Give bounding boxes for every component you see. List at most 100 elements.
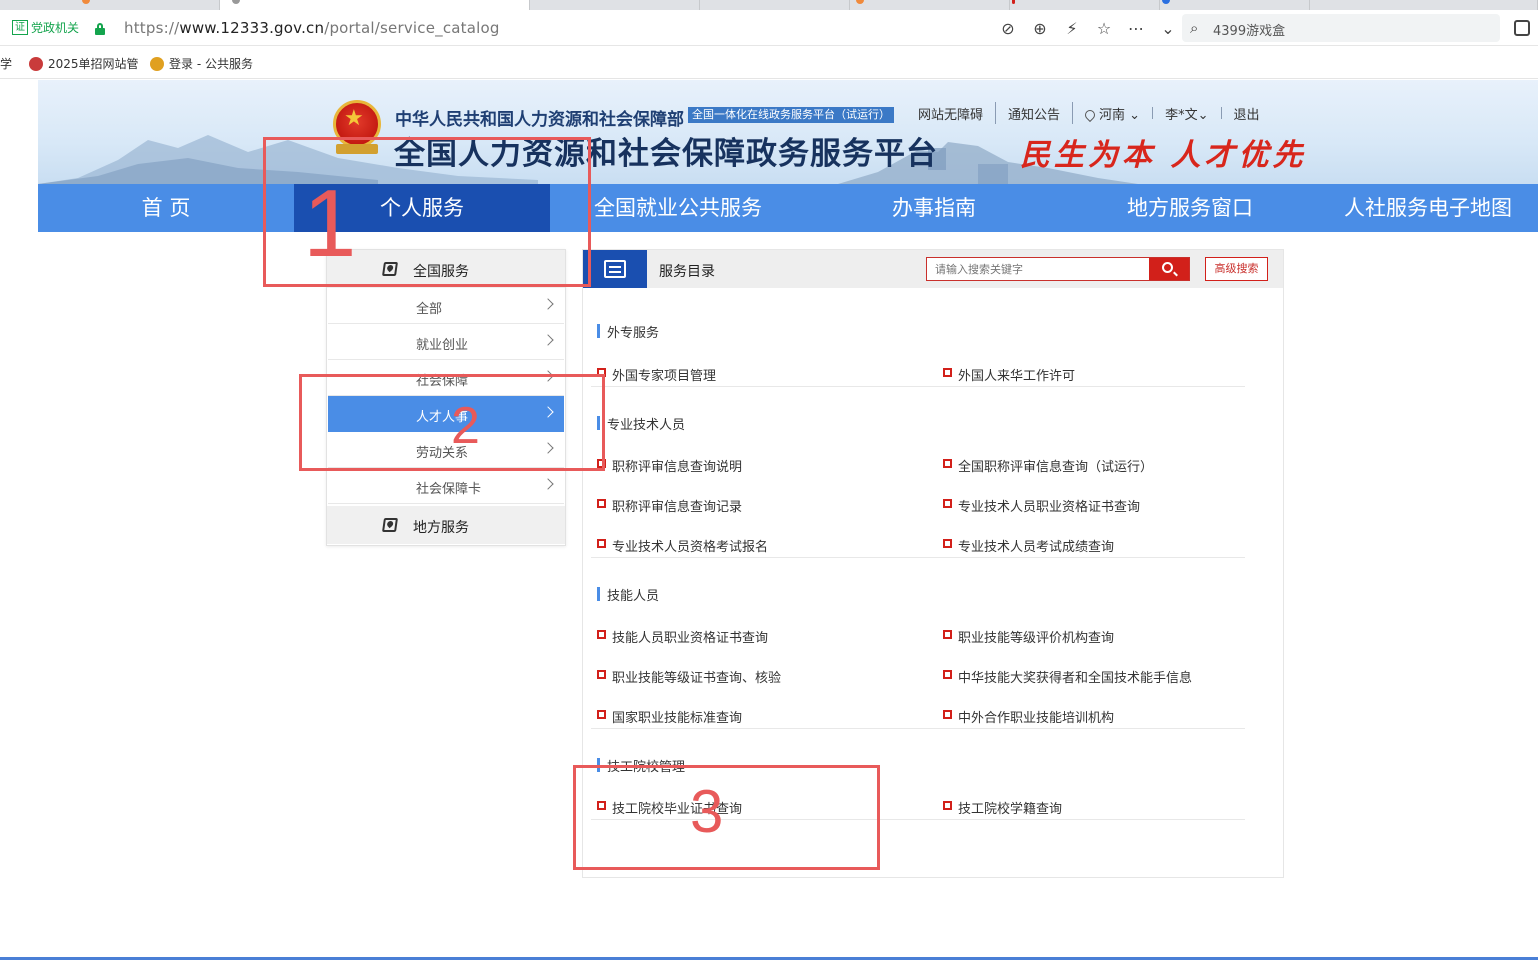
- bookmark-item[interactable]: 2025单招网站管: [29, 55, 139, 72]
- bullet-icon: [943, 801, 952, 810]
- service-link[interactable]: 技能人员职业资格证书查询: [597, 627, 768, 646]
- slogan: 民生为本 人才优先: [1020, 138, 1307, 173]
- bullet-icon: [597, 710, 606, 719]
- url-host: www.12333.gov.cn: [179, 19, 325, 37]
- more-icon[interactable]: ⋯: [1120, 18, 1152, 40]
- bullet-icon: [943, 539, 952, 548]
- divider: [591, 386, 1245, 387]
- catalog-icon-block: [583, 250, 647, 288]
- chevron-right-icon: [542, 478, 554, 490]
- browser-tab-strip: [0, 0, 1538, 10]
- service-link[interactable]: 职业技能等级证书查询、核验: [597, 667, 781, 686]
- url-path: /portal/service_catalog: [324, 19, 500, 37]
- bookmark-favicon-icon: [29, 56, 43, 71]
- side-item-all[interactable]: 全部: [328, 288, 564, 324]
- browser-tab[interactable]: [850, 0, 1010, 10]
- catalog-search: [926, 257, 1190, 281]
- browser-search-text: 4399游戏盒: [1213, 24, 1286, 39]
- divider: [591, 728, 1245, 729]
- annotation-number-2: 2: [451, 397, 480, 455]
- nav-service-map[interactable]: 人社服务电子地图: [1318, 184, 1538, 232]
- service-link[interactable]: 外国人来华工作许可: [943, 365, 1075, 384]
- url-prefix: https://: [124, 19, 180, 37]
- catalog-search-input[interactable]: [927, 258, 1149, 280]
- bullet-icon: [943, 368, 952, 377]
- advanced-search-button[interactable]: 高级搜索: [1205, 257, 1268, 281]
- bookmark-favicon-icon: [150, 56, 164, 71]
- service-link[interactable]: 职业技能等级评价机构查询: [943, 627, 1114, 646]
- browser-tab[interactable]: [1010, 0, 1160, 10]
- map-icon: [382, 518, 398, 532]
- user-menu[interactable]: 李*文⌄: [1153, 104, 1220, 123]
- service-link[interactable]: 中外合作职业技能培训机构: [943, 707, 1114, 726]
- section-title: 技能人员: [597, 585, 659, 604]
- catalog-icon: [604, 260, 626, 278]
- header-top-links: 网站无障碍 通知公告 河南 ⌄ 李*文⌄ 退出: [906, 102, 1272, 124]
- zoom-icon[interactable]: ⊕: [1024, 18, 1056, 40]
- bullet-icon: [597, 539, 606, 548]
- service-link[interactable]: 职称评审信息查询记录: [597, 496, 742, 515]
- bookmark-item[interactable]: 学: [0, 55, 12, 72]
- bookmark-item[interactable]: 登录 - 公共服务: [150, 55, 253, 72]
- side-head-local[interactable]: 地方服务: [327, 506, 565, 544]
- service-link[interactable]: 全国职称评审信息查询（试运行）: [943, 456, 1153, 475]
- nav-local-window[interactable]: 地方服务窗口: [1062, 184, 1318, 232]
- service-link[interactable]: 职称评审信息查询说明: [597, 456, 742, 475]
- bullet-icon: [597, 499, 606, 508]
- bookmarks-bar: 学 2025单招网站管 登录 - 公共服务: [0, 47, 1538, 79]
- cert-label: 党政机关: [31, 21, 80, 35]
- accessibility-link[interactable]: 网站无障碍: [906, 104, 995, 123]
- side-item-employment[interactable]: 就业创业: [328, 324, 564, 360]
- side-item-social-card[interactable]: 社会保障卡: [328, 468, 564, 504]
- annotation-number-1: 1: [303, 170, 357, 277]
- notice-link[interactable]: 通知公告: [996, 104, 1072, 123]
- browser-tab-active[interactable]: [220, 0, 530, 10]
- logout-link[interactable]: 退出: [1222, 104, 1272, 123]
- browser-tab[interactable]: [0, 0, 220, 10]
- url-field[interactable]: https://www.12333.gov.cn/portal/service_…: [124, 19, 500, 37]
- search-icon: [1162, 262, 1173, 273]
- bullet-icon: [943, 459, 952, 468]
- service-link[interactable]: 外国专家项目管理: [597, 365, 716, 384]
- bullet-icon: [597, 630, 606, 639]
- extension-icon[interactable]: [1514, 20, 1530, 36]
- browser-search-box[interactable]: ⌕ 4399游戏盒: [1182, 14, 1500, 42]
- service-link[interactable]: 专业技术人员考试成绩查询: [943, 536, 1114, 555]
- service-link[interactable]: 专业技术人员资格考试报名: [597, 536, 768, 555]
- browser-tab[interactable]: [1310, 0, 1538, 10]
- org-tag: 全国一体化在线政务服务平台（试运行）: [688, 107, 894, 123]
- annotation-box-3: [573, 765, 880, 870]
- section-title: 专业技术人员: [597, 414, 685, 433]
- bottom-rule: [0, 957, 1538, 960]
- mute-icon[interactable]: ⊘: [992, 18, 1024, 40]
- service-link[interactable]: 专业技术人员职业资格证书查询: [943, 496, 1140, 515]
- bullet-icon: [943, 499, 952, 508]
- gov-cert-badge[interactable]: 证 党政机关: [12, 18, 79, 37]
- divider: [591, 557, 1245, 558]
- service-link[interactable]: 技工院校学籍查询: [943, 798, 1062, 817]
- region-selector[interactable]: 河南 ⌄: [1073, 104, 1152, 123]
- browser-tab[interactable]: [530, 0, 700, 10]
- service-link[interactable]: 中华技能大奖获得者和全国技术能手信息: [943, 667, 1192, 686]
- catalog-search-button[interactable]: [1149, 258, 1189, 280]
- browser-tab[interactable]: [1160, 0, 1310, 10]
- browser-tab[interactable]: [700, 0, 850, 10]
- bullet-icon: [943, 670, 952, 679]
- service-link[interactable]: 国家职业技能标准查询: [597, 707, 742, 726]
- star-icon[interactable]: ☆: [1088, 18, 1120, 40]
- lock-icon[interactable]: [95, 23, 105, 35]
- chevron-down-icon[interactable]: ⌄: [1152, 18, 1184, 40]
- nav-home[interactable]: 首 页: [38, 184, 294, 232]
- bullet-icon: [943, 630, 952, 639]
- cert-icon: 证: [12, 20, 28, 35]
- annotation-number-3: 3: [690, 778, 724, 845]
- lightning-icon[interactable]: ⚡: [1056, 18, 1088, 40]
- org-name: 中华人民共和国人力资源和社会保障部: [395, 110, 684, 130]
- location-pin-icon: [1082, 107, 1098, 122]
- chevron-right-icon: [542, 334, 554, 346]
- catalog-header: 服务目录 高级搜索: [583, 250, 1283, 288]
- search-icon: ⌕: [1190, 19, 1199, 37]
- nav-guide[interactable]: 办事指南: [806, 184, 1062, 232]
- chevron-right-icon: [542, 298, 554, 310]
- bullet-icon: [597, 670, 606, 679]
